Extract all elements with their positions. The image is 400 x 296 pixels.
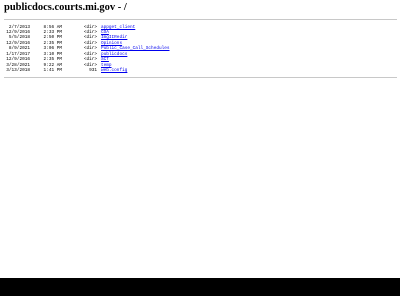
entry-size: 931 xyxy=(89,68,97,73)
entry-time: 1:41 PM xyxy=(43,68,62,73)
list-item: 3/13/2018 1:41 PM 931 web.config xyxy=(4,68,170,73)
page-title: publicdocs.courts.mi.gov - / xyxy=(4,2,127,13)
divider-top xyxy=(4,19,397,20)
entry-link[interactable]: web.config xyxy=(101,68,127,73)
browser-page: publicdocs.courts.mi.gov - / 2/7/2013 8:5… xyxy=(0,0,400,296)
taskbar xyxy=(0,278,400,296)
directory-listing: 2/7/2013 8:56 AM <dir> appget_client 12/9/20… xyxy=(4,25,170,74)
entry-date: 3/13/2018 xyxy=(6,68,30,73)
divider-bottom xyxy=(4,77,397,78)
